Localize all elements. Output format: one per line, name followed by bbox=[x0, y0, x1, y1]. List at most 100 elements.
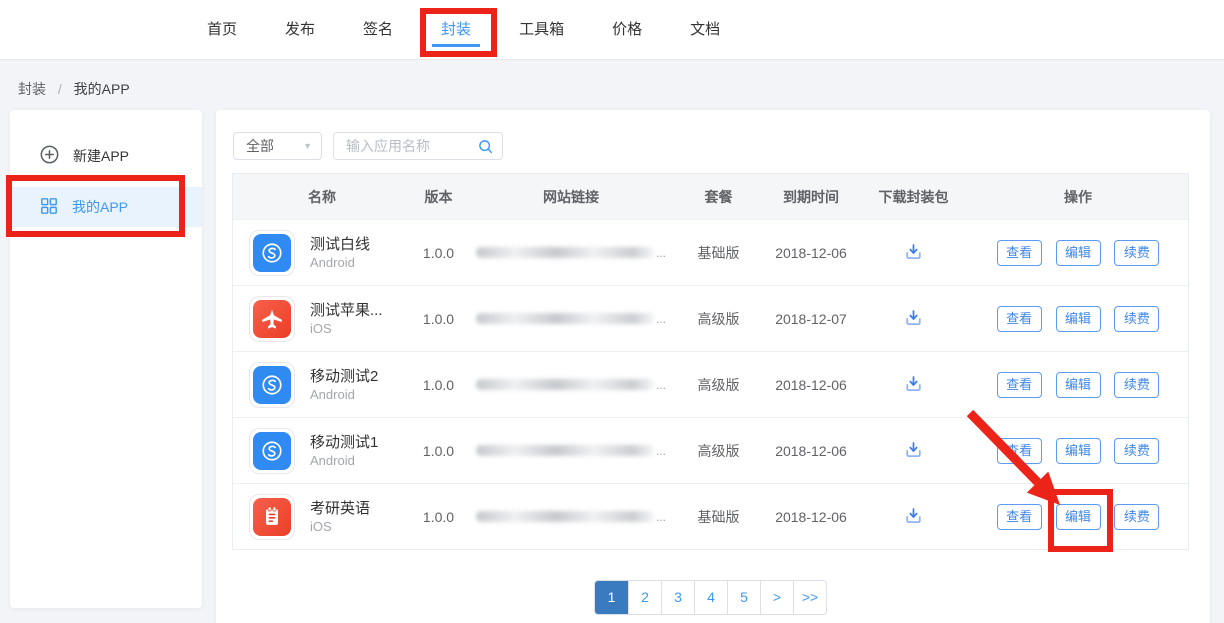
expire-date: 2018-12-06 bbox=[761, 443, 861, 459]
download-package-icon[interactable] bbox=[903, 505, 924, 526]
redacted-link bbox=[476, 247, 654, 258]
download-package-icon[interactable] bbox=[903, 439, 924, 460]
download-package-icon[interactable] bbox=[903, 373, 924, 394]
nav-item-signature[interactable]: 签名 bbox=[363, 0, 393, 60]
main-panel: 全部 ▼ 名称 版本 网站链接 套餐 到期时间 下载封装包 操作 bbox=[216, 110, 1210, 623]
breadcrumb: 封装 / 我的APP bbox=[18, 79, 130, 99]
nav-item-home[interactable]: 首页 bbox=[207, 0, 237, 60]
edit-button[interactable]: 编辑 bbox=[1056, 504, 1101, 530]
link-ellipsis: ... bbox=[656, 312, 666, 326]
app-platform: Android bbox=[310, 254, 370, 271]
renew-button[interactable]: 续费 bbox=[1114, 240, 1159, 266]
app-version: 1.0.0 bbox=[411, 245, 466, 261]
expire-date: 2018-12-06 bbox=[761, 245, 861, 261]
redacted-link bbox=[476, 313, 654, 324]
view-button[interactable]: 查看 bbox=[997, 240, 1042, 266]
plan-badge: 高级版 bbox=[676, 309, 761, 329]
website-link-cell: ... bbox=[466, 378, 676, 392]
table-row: 移动测试2 Android 1.0.0 ... 高级版 2018-12-06 查… bbox=[233, 351, 1188, 417]
breadcrumb-packaging[interactable]: 封装 bbox=[18, 81, 46, 97]
top-navbar: 首页 发布 签名 封装 工具箱 价格 文档 bbox=[0, 0, 1224, 60]
plan-badge: 基础版 bbox=[676, 507, 761, 527]
link-ellipsis: ... bbox=[656, 510, 666, 524]
view-button[interactable]: 查看 bbox=[997, 306, 1042, 332]
col-header-plan: 套餐 bbox=[676, 187, 761, 207]
app-name-cell: 测试白线 Android bbox=[233, 230, 411, 276]
app-name: 考研英语 bbox=[310, 499, 370, 518]
notepad-icon bbox=[249, 494, 295, 540]
redacted-link bbox=[476, 445, 654, 456]
edit-button[interactable]: 编辑 bbox=[1056, 372, 1101, 398]
page-button-3[interactable]: 3 bbox=[661, 581, 694, 614]
nav-item-packaging[interactable]: 封装 bbox=[441, 0, 471, 60]
renew-button[interactable]: 续费 bbox=[1114, 438, 1159, 464]
nav-item-publish[interactable]: 发布 bbox=[285, 0, 315, 60]
plan-badge: 基础版 bbox=[676, 243, 761, 263]
app-name: 测试白线 bbox=[310, 235, 370, 254]
col-header-name: 名称 bbox=[233, 187, 411, 207]
nav-item-toolbox[interactable]: 工具箱 bbox=[519, 0, 564, 60]
sidebar-item-label: 新建APP bbox=[73, 146, 129, 166]
page-button-2[interactable]: 2 bbox=[628, 581, 661, 614]
col-header-version: 版本 bbox=[411, 187, 466, 207]
table-row: 考研英语 iOS 1.0.0 ... 基础版 2018-12-06 查看 编辑 … bbox=[233, 483, 1188, 549]
edit-button[interactable]: 编辑 bbox=[1056, 438, 1101, 464]
jump-next-button[interactable]: >> bbox=[793, 581, 826, 614]
app-name: 测试苹果... bbox=[310, 301, 383, 320]
app-version: 1.0.0 bbox=[411, 443, 466, 459]
view-button[interactable]: 查看 bbox=[997, 438, 1042, 464]
table-row: 移动测试1 Android 1.0.0 ... 高级版 2018-12-06 查… bbox=[233, 417, 1188, 483]
sidebar-item-my-app[interactable]: 我的APP bbox=[10, 187, 202, 227]
renew-button[interactable]: 续费 bbox=[1114, 504, 1159, 530]
sidebar: 新建APP 我的APP bbox=[10, 110, 202, 608]
download-package-icon[interactable] bbox=[903, 307, 924, 328]
s-logo-icon bbox=[258, 437, 286, 465]
website-link-cell: ... bbox=[466, 312, 676, 326]
sidebar-item-new-app[interactable]: 新建APP bbox=[10, 136, 202, 176]
expire-date: 2018-12-06 bbox=[761, 377, 861, 393]
app-table: 名称 版本 网站链接 套餐 到期时间 下载封装包 操作 测试白线 Android… bbox=[232, 173, 1189, 550]
col-header-expire: 到期时间 bbox=[761, 187, 861, 207]
col-header-actions: 操作 bbox=[966, 187, 1190, 207]
search-input[interactable] bbox=[334, 133, 466, 159]
link-ellipsis: ... bbox=[656, 378, 666, 392]
s-logo-icon bbox=[258, 239, 286, 267]
app-version: 1.0.0 bbox=[411, 377, 466, 393]
nav-item-pricing[interactable]: 价格 bbox=[612, 0, 642, 60]
plane-icon bbox=[257, 304, 287, 334]
renew-button[interactable]: 续费 bbox=[1114, 306, 1159, 332]
app-name: 移动测试2 bbox=[310, 367, 378, 386]
edit-button[interactable]: 编辑 bbox=[1056, 306, 1101, 332]
pagination: 1 2 3 4 5 > >> bbox=[232, 580, 1189, 615]
breadcrumb-separator: / bbox=[58, 81, 62, 97]
category-select-value: 全部 bbox=[246, 138, 274, 154]
page-button-4[interactable]: 4 bbox=[694, 581, 727, 614]
category-select[interactable]: 全部 ▼ bbox=[233, 132, 322, 160]
renew-button[interactable]: 续费 bbox=[1114, 372, 1159, 398]
app-packaging-page: 首页 发布 签名 封装 工具箱 价格 文档 封装 / 我的APP 新建APP bbox=[0, 0, 1224, 623]
app-platform: Android bbox=[310, 386, 378, 403]
plane-icon bbox=[249, 296, 295, 342]
app-platform: Android bbox=[310, 452, 378, 469]
app-platform: iOS bbox=[310, 518, 370, 535]
view-button[interactable]: 查看 bbox=[997, 504, 1042, 530]
download-package-icon[interactable] bbox=[903, 241, 924, 262]
grid-icon bbox=[40, 197, 58, 218]
next-page-button[interactable]: > bbox=[760, 581, 793, 614]
sidebar-item-label: 我的APP bbox=[72, 197, 128, 217]
nav-item-docs[interactable]: 文档 bbox=[690, 0, 720, 60]
app-name: 移动测试1 bbox=[310, 433, 378, 452]
col-header-link: 网站链接 bbox=[466, 187, 676, 207]
s-logo-icon bbox=[249, 428, 295, 474]
website-link-cell: ... bbox=[466, 510, 676, 524]
plan-badge: 高级版 bbox=[676, 375, 761, 395]
view-button[interactable]: 查看 bbox=[997, 372, 1042, 398]
expire-date: 2018-12-06 bbox=[761, 509, 861, 525]
edit-button[interactable]: 编辑 bbox=[1056, 240, 1101, 266]
app-version: 1.0.0 bbox=[411, 311, 466, 327]
page-button-5[interactable]: 5 bbox=[727, 581, 760, 614]
table-row: 测试白线 Android 1.0.0 ... 基础版 2018-12-06 查看… bbox=[233, 219, 1188, 285]
search-icon[interactable] bbox=[477, 138, 494, 160]
page-button-1[interactable]: 1 bbox=[595, 581, 628, 614]
app-name-cell: 移动测试2 Android bbox=[233, 362, 411, 408]
